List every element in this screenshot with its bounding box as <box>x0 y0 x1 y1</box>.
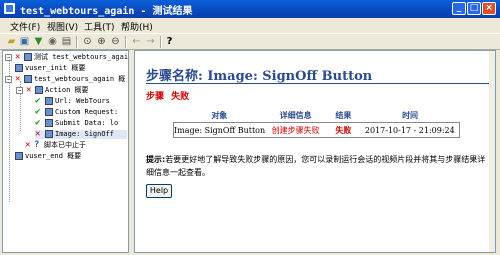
step-icon <box>45 119 53 127</box>
collapse-icon[interactable]: − <box>5 54 12 61</box>
menu-bar: 文件(F) 视图(V) 工具(T) 帮助(H) <box>0 18 500 33</box>
close-button[interactable]: × <box>482 2 496 15</box>
tree-node-image-signoff[interactable]: ✕ Image: SignOff <box>35 130 127 139</box>
tree-node-label: test_webtours_again 概 <box>34 75 126 83</box>
step-icon <box>45 130 53 138</box>
tree-node-label: Url: WebTours <box>55 97 110 105</box>
maximize-button[interactable]: □ <box>467 2 481 15</box>
column-header-details: 详细信息 <box>265 109 327 123</box>
zoom-icon[interactable]: ⊙ <box>82 36 93 47</box>
fail-icon: ✕ <box>26 85 32 95</box>
step-detail-panel: 步骤名称: Image: SignOff Button 步骤 失败 对象 详细信… <box>134 50 496 253</box>
column-header-result: 结果 <box>326 109 361 123</box>
fail-icon: ✕ <box>15 52 21 62</box>
column-header-object: 对象 <box>173 109 266 123</box>
result-table: 对象 详细信息 结果 时间 Image: SignOff Button 创建步骤… <box>173 109 460 138</box>
tree-node-label: Action 概要 <box>45 86 89 94</box>
save-icon[interactable]: ▣ <box>19 36 30 47</box>
test-icon <box>24 53 32 61</box>
tree-node-label: 脚本已中止于 <box>44 141 86 149</box>
step-status: 步骤 失败 <box>146 89 189 102</box>
fail-icon: ✕ <box>15 74 21 84</box>
pass-icon: ✔ <box>35 107 41 117</box>
menu-file[interactable]: 文件(F) <box>10 20 40 33</box>
summary-icon <box>24 75 32 83</box>
tree-node-label: Submit Data: lo <box>55 119 119 127</box>
column-header-time: 时间 <box>360 109 460 123</box>
pass-icon: ✔ <box>35 96 41 106</box>
toolbar-separator <box>125 36 127 48</box>
minimize-button[interactable]: _ <box>452 2 466 15</box>
summary-icon <box>15 152 23 160</box>
fail-icon: ✕ <box>25 140 31 150</box>
tree-node-iteration[interactable]: − ✕ test_webtours_again 概 <box>5 74 128 84</box>
tree-node-aborted[interactable]: ✕ ? 脚本已中止于 <box>25 141 125 150</box>
tree-node-label: vuser_end 概要 <box>25 152 82 160</box>
filter-icon[interactable]: ▼ <box>33 36 44 47</box>
step-icon <box>45 97 53 105</box>
zoom-in-icon[interactable]: ⊕ <box>96 36 107 47</box>
tree-node-root[interactable]: − ✕ 测试 test_webtours_again <box>5 52 129 62</box>
tip-body: 若要更好地了解导致失败步骤的原因，您可以录制运行会话的视频片段并将其与步骤结果详… <box>146 155 486 177</box>
title-bar: test_webtours_again - 测试结果 _ □ × <box>0 0 500 18</box>
toolbar: ▰ ▣ ▼ ◉ ▤ ⊙ ⊕ ⊖ ← → ? <box>0 33 500 50</box>
tree-node-label: 测试 test_webtours_again <box>34 53 129 61</box>
app-icon <box>4 3 15 14</box>
collapse-icon[interactable]: − <box>16 87 23 94</box>
tree-node-submit-data[interactable]: ✔ Submit Data: lo <box>35 119 127 128</box>
find-icon[interactable]: ◉ <box>47 36 58 47</box>
cell-object: Image: SignOff Button <box>173 122 266 138</box>
toolbar-separator <box>160 36 162 48</box>
tree-node-label: Image: SignOff <box>55 130 115 138</box>
tip-label: 提示: <box>146 155 166 164</box>
tree-node-label: Custom Request: <box>55 108 119 116</box>
status-label: 步骤 <box>146 92 165 102</box>
summary-icon <box>15 64 23 72</box>
question-icon: ? <box>34 140 40 150</box>
tip-text: 提示:若要更好地了解导致失败步骤的原因，您可以录制运行会话的视频片段并将其与步骤… <box>146 153 491 179</box>
cell-time: 2017-10-17 - 21:09:24 <box>360 122 460 138</box>
test-results-tree[interactable]: − ✕ 测试 test_webtours_again vuser_init 概要… <box>2 50 129 253</box>
step-icon <box>45 108 53 116</box>
menu-tools[interactable]: 工具(T) <box>84 20 115 33</box>
print-icon[interactable]: ▤ <box>61 36 72 47</box>
collapse-icon[interactable]: − <box>5 76 12 83</box>
help-icon[interactable]: ? <box>164 36 175 47</box>
back-icon[interactable]: ← <box>131 36 142 47</box>
tree-node-custom-request[interactable]: ✔ Custom Request: <box>35 108 127 117</box>
step-title: 步骤名称: Image: SignOff Button <box>146 69 373 84</box>
action-icon <box>35 86 43 94</box>
status-value: 失败 <box>171 92 190 102</box>
menu-view[interactable]: 视图(V) <box>47 20 78 33</box>
title-divider <box>146 83 491 84</box>
toolbar-separator <box>76 36 78 48</box>
tree-node-label: vuser_init 概要 <box>25 64 86 72</box>
fail-icon: ✕ <box>35 129 41 139</box>
table-row: Image: SignOff Button 创建步骤失败 失败 2017-10-… <box>173 122 460 138</box>
pass-icon: ✔ <box>35 118 41 128</box>
tree-node-url[interactable]: ✔ Url: WebTours <box>35 97 127 106</box>
cell-details: 创建步骤失败 <box>265 122 327 138</box>
zoom-out-icon[interactable]: ⊖ <box>110 36 121 47</box>
help-button[interactable]: Help <box>146 184 172 198</box>
window-title: test_webtours_again - 测试结果 <box>20 6 193 17</box>
menu-help[interactable]: 帮助(H) <box>121 20 153 33</box>
cell-result: 失败 <box>326 122 361 138</box>
open-icon[interactable]: ▰ <box>6 36 17 47</box>
vertical-scrollbar[interactable] <box>489 51 495 252</box>
forward-icon[interactable]: → <box>145 36 156 47</box>
tree-node-action[interactable]: − ✕ Action 概要 <box>16 86 126 95</box>
